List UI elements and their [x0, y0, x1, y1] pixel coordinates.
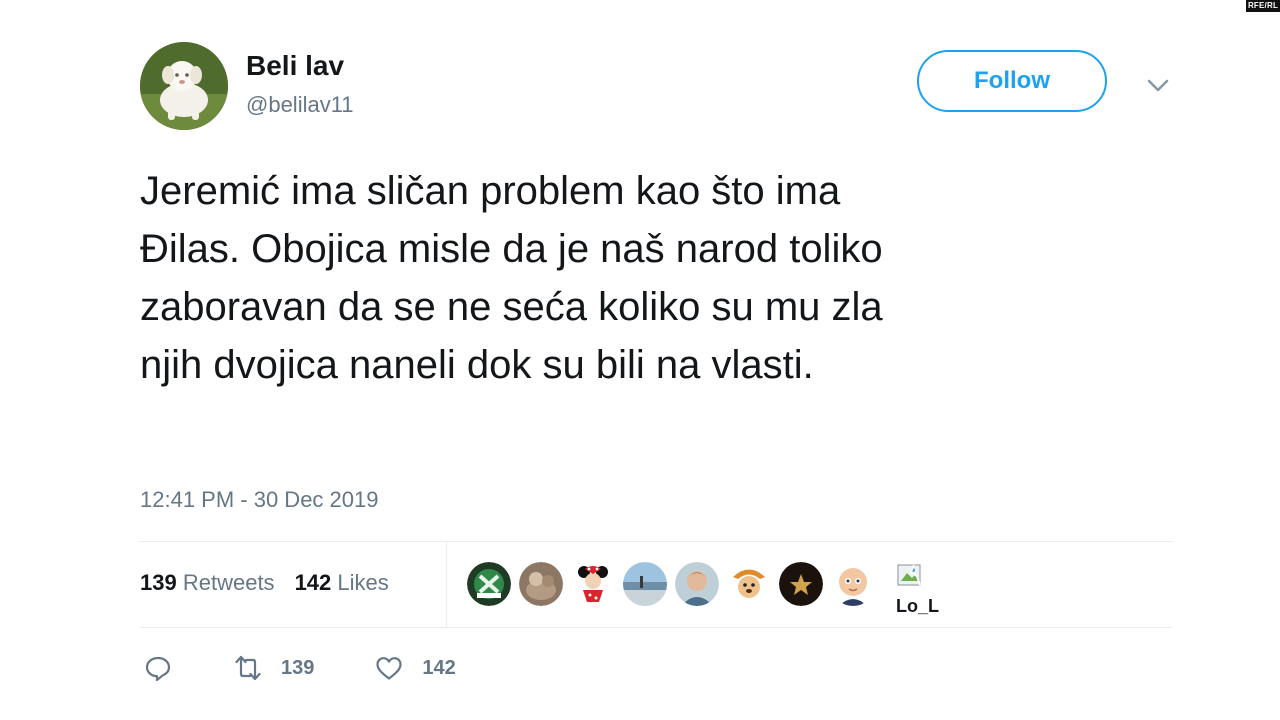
retweets-stat[interactable]: 139 Retweets [140, 570, 275, 595]
like-count: 142 [422, 656, 456, 679]
chevron-down-icon[interactable] [1145, 74, 1171, 96]
author-display-name[interactable]: Beli lav [246, 50, 344, 82]
author-avatar[interactable] [140, 42, 228, 130]
tweet-text: Jeremić ima sličan problem kao što ima Đ… [140, 169, 883, 387]
retweet-icon [235, 655, 261, 681]
cartoon-mouse-avatar-icon[interactable] [571, 562, 615, 606]
retweets-label: Retweets [182, 570, 275, 595]
retweet-button[interactable]: 139 [233, 653, 314, 683]
photo-avatar-icon[interactable] [519, 562, 563, 606]
baby-face-avatar-icon[interactable] [831, 562, 875, 606]
like-button[interactable]: 142 [374, 653, 456, 683]
tweet-timestamp[interactable]: 12:41 PM - 30 Dec 2019 [140, 487, 378, 513]
white-puppy-avatar-icon [140, 42, 228, 130]
green-emblem-avatar-icon[interactable] [467, 562, 511, 606]
likes-label: Likes [337, 570, 389, 595]
follow-button[interactable]: Follow [917, 50, 1107, 112]
broken-avatar-label: Lo_L [896, 596, 939, 616]
landscape-avatar-icon[interactable] [623, 562, 667, 606]
broken-image-icon [897, 564, 921, 586]
retweets-count: 139 [140, 570, 177, 595]
likes-stat[interactable]: 142 Likes [295, 570, 389, 595]
liker-avatars [467, 562, 875, 606]
person-avatar-icon[interactable] [675, 562, 719, 606]
reply-icon [145, 656, 171, 682]
reply-button[interactable] [143, 653, 173, 683]
cartoon-dog-avatar-icon[interactable] [727, 562, 771, 606]
divider [140, 541, 1172, 542]
divider-vertical [446, 541, 447, 627]
author-handle[interactable]: @belilav11 [246, 92, 354, 118]
divider [140, 627, 1172, 628]
engagement-stats: 139 Retweets 142 Likes [140, 570, 389, 596]
dark-star-avatar-icon[interactable] [779, 562, 823, 606]
broken-avatar[interactable]: Lo_L [896, 562, 956, 622]
retweet-count: 139 [281, 656, 315, 679]
heart-icon [376, 657, 402, 680]
tweet-actions: 139 142 [143, 653, 516, 683]
likes-count: 142 [294, 570, 332, 595]
rferl-watermark: RFE/RL [1246, 0, 1280, 12]
